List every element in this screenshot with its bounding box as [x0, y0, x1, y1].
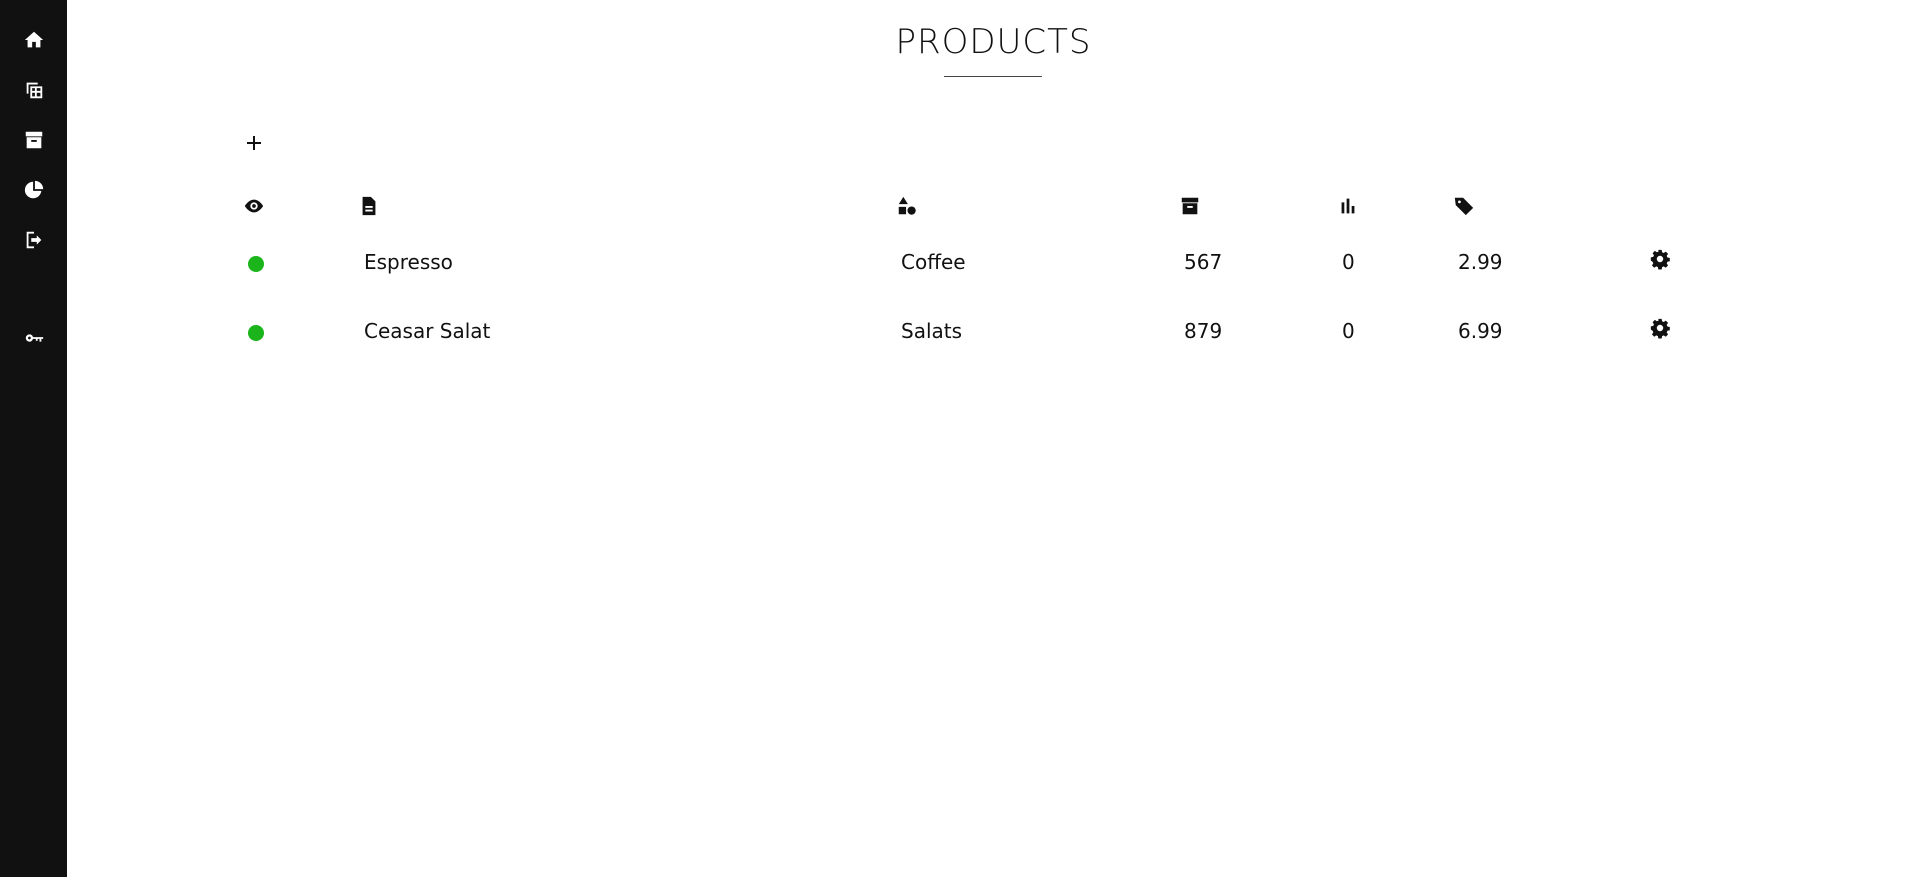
title-underline	[944, 76, 1042, 77]
sidebar-item-statistics[interactable]	[0, 172, 67, 212]
shapes-icon	[896, 196, 918, 221]
pie-chart-icon	[23, 179, 45, 205]
bar-chart-icon	[1337, 198, 1359, 221]
header-sold	[1337, 195, 1359, 221]
header-price	[1453, 195, 1475, 221]
header-category	[896, 195, 918, 221]
product-category: Salats	[901, 319, 963, 343]
product-category: Coffee	[901, 250, 966, 274]
product-price: 6.99	[1458, 319, 1503, 343]
logout-icon	[23, 229, 45, 255]
sidebar-item-logout[interactable]	[0, 222, 67, 262]
sidebar-item-archive[interactable]	[0, 122, 67, 162]
product-name: Ceasar Salat	[364, 319, 491, 343]
sidebar	[0, 0, 67, 877]
archive-icon	[23, 129, 45, 155]
table-icon	[23, 79, 45, 105]
main-content: PRODUCTS Espresso Coffee 567 0 2.99 Ceas…	[67, 0, 1920, 877]
sidebar-item-tables[interactable]	[0, 72, 67, 112]
home-icon	[23, 29, 45, 55]
product-sold: 0	[1342, 319, 1355, 343]
header-name	[358, 195, 380, 221]
archive-icon	[1179, 197, 1201, 221]
product-price: 2.99	[1458, 250, 1503, 274]
row-settings-button[interactable]	[1649, 317, 1671, 343]
add-product-button[interactable]	[243, 134, 265, 156]
product-sold: 0	[1342, 250, 1355, 274]
product-stock: 879	[1184, 319, 1223, 343]
plus-icon	[246, 135, 262, 155]
status-dot	[248, 325, 264, 341]
key-icon	[23, 327, 45, 353]
row-settings-button[interactable]	[1649, 248, 1671, 274]
header-stock	[1179, 195, 1201, 221]
tag-icon	[1453, 197, 1475, 221]
product-name: Espresso	[364, 250, 453, 274]
file-icon	[358, 196, 380, 221]
gear-icon	[1649, 318, 1671, 343]
status-dot	[248, 256, 264, 272]
product-stock: 567	[1184, 250, 1223, 274]
sidebar-item-home[interactable]	[0, 22, 67, 62]
page-title: PRODUCTS	[895, 22, 1092, 62]
header-visibility	[243, 195, 265, 221]
sidebar-item-key[interactable]	[0, 320, 67, 360]
eye-icon	[243, 199, 265, 221]
gear-icon	[1649, 249, 1671, 274]
